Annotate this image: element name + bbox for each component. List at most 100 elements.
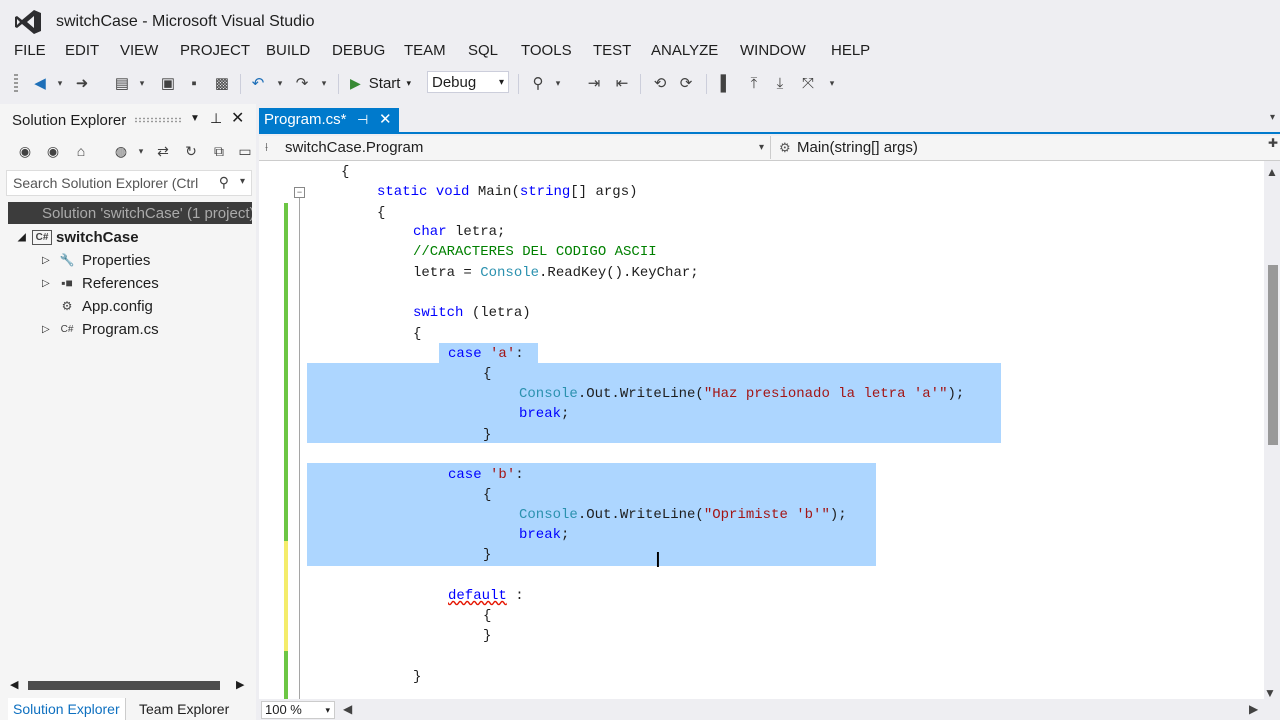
zoom-select[interactable]: 100 % ▾: [261, 701, 335, 719]
window-position-icon[interactable]: ▼: [190, 113, 200, 124]
search-icon[interactable]: ⚲: [219, 174, 229, 191]
uncomment-lines-icon[interactable]: ⟳: [676, 74, 696, 92]
bookmark-icon[interactable]: ▌: [716, 74, 736, 92]
scrollbar-thumb[interactable]: [1268, 265, 1278, 445]
new-project-icon[interactable]: ▤: [112, 74, 132, 92]
close-icon[interactable]: ✕: [231, 108, 244, 128]
split-view-icon[interactable]: ✚: [1268, 136, 1278, 150]
tree-item-program-cs[interactable]: ▷ C# Program.cs: [42, 318, 159, 340]
code-line: {: [483, 608, 492, 624]
back-dropdown-icon[interactable]: ▾: [50, 74, 70, 92]
code-token: :: [515, 467, 524, 483]
start-dropdown-icon: ▾: [406, 77, 411, 88]
menu-window[interactable]: WINDOW: [740, 42, 806, 59]
collapsed-arrow-icon[interactable]: ▷: [42, 324, 56, 335]
close-tab-icon[interactable]: ✕: [379, 108, 392, 132]
panel-grip[interactable]: [134, 117, 182, 123]
search-options-dropdown-icon[interactable]: ▾: [240, 176, 245, 187]
code-token: :: [515, 346, 524, 362]
previous-bookmark-icon[interactable]: ⤒: [744, 74, 764, 92]
refresh-icon[interactable]: ↻: [182, 142, 200, 160]
tree-item-label: switchCase: [56, 228, 139, 246]
scroll-right-icon[interactable]: ▶: [236, 678, 244, 691]
forward-icon[interactable]: ◉: [44, 142, 62, 160]
start-debugging-button[interactable]: ▶ Start ▾: [350, 72, 411, 94]
next-bookmark-icon[interactable]: ⤓: [770, 74, 790, 92]
collapsed-arrow-icon[interactable]: ▷: [42, 255, 56, 266]
menu-view[interactable]: VIEW: [120, 42, 158, 59]
expanded-arrow-icon[interactable]: ◢: [18, 232, 32, 243]
code-keyword: static: [377, 184, 428, 200]
find-dropdown-icon[interactable]: ▾: [548, 74, 568, 92]
open-file-icon[interactable]: ▣: [158, 74, 178, 92]
menu-debug[interactable]: DEBUG: [332, 42, 385, 59]
home-icon[interactable]: ⌂: [72, 142, 90, 160]
filter-dropdown-icon[interactable]: ▾: [132, 142, 150, 160]
solution-search-input[interactable]: [13, 171, 213, 195]
solution-configuration-select[interactable]: Debug ▾: [427, 71, 509, 93]
scroll-left-icon[interactable]: ◀: [10, 678, 18, 691]
collapse-all-icon[interactable]: ⧉: [210, 142, 228, 160]
sync-icon[interactable]: ⇄: [154, 142, 172, 160]
redo-dropdown-icon[interactable]: ▾: [314, 74, 334, 92]
undo-icon[interactable]: ↶: [248, 74, 268, 92]
increase-indent-icon[interactable]: ⇥: [584, 74, 604, 92]
saved-changes-indicator: [284, 203, 288, 541]
collapse-region-icon[interactable]: −: [294, 187, 305, 198]
undo-dropdown-icon[interactable]: ▾: [270, 74, 290, 92]
tree-item-project[interactable]: ◢ C# switchCase: [18, 226, 139, 248]
horizontal-scrollbar[interactable]: ◀ ▶: [10, 678, 246, 692]
redo-icon[interactable]: ↷: [292, 74, 312, 92]
menu-sql[interactable]: SQL: [468, 42, 498, 59]
solution-search-box: ⚲ ▾: [6, 170, 252, 196]
tree-item-references[interactable]: ▷ ▪■ References: [42, 272, 159, 294]
new-project-dropdown-icon[interactable]: ▾: [132, 74, 152, 92]
save-all-icon[interactable]: ▩: [212, 74, 232, 92]
menu-project[interactable]: PROJECT: [180, 42, 250, 59]
tab-team-explorer[interactable]: Team Explorer: [134, 698, 234, 720]
find-in-files-icon[interactable]: ⚲: [528, 74, 548, 92]
clear-bookmarks-icon[interactable]: ⤧: [798, 74, 818, 92]
tree-item-label: Properties: [82, 251, 151, 269]
code-line: switch (letra): [413, 303, 531, 323]
scrollbar-thumb[interactable]: [28, 681, 220, 690]
save-icon[interactable]: ▪: [184, 74, 204, 92]
tab-program-cs[interactable]: Program.cs* ⊣ ✕: [259, 108, 399, 132]
document-list-dropdown-icon[interactable]: ▾: [1270, 112, 1275, 123]
navigate-back-icon[interactable]: ◀: [30, 74, 50, 92]
menu-file[interactable]: FILE: [14, 42, 46, 59]
decrease-indent-icon[interactable]: ⇤: [612, 74, 632, 92]
back-icon[interactable]: ◉: [16, 142, 34, 160]
outlining-line: [299, 198, 300, 699]
menu-build[interactable]: BUILD: [266, 42, 310, 59]
scroll-down-icon[interactable]: ▼: [1264, 686, 1276, 700]
code-line: {: [413, 326, 422, 342]
tree-item-properties[interactable]: ▷ 🔧 Properties: [42, 249, 150, 271]
scroll-up-icon[interactable]: ▲: [1266, 165, 1278, 179]
collapsed-arrow-icon[interactable]: ▷: [42, 278, 56, 289]
pin-icon[interactable]: ⊥: [210, 110, 222, 127]
toolbar-options-icon[interactable]: ▾: [822, 74, 842, 92]
navigate-forward-icon[interactable]: ➜: [72, 74, 92, 92]
code-editor[interactable]: − { static void Main(string[] args) { ch…: [259, 161, 1264, 699]
type-dropdown[interactable]: ⟊ switchCase.Program ▾: [259, 136, 771, 159]
tree-item-label: App.config: [82, 297, 153, 315]
member-dropdown[interactable]: ⚙ Main(string[] args): [773, 136, 1278, 159]
menu-tools[interactable]: TOOLS: [521, 42, 572, 59]
tree-item-app-config[interactable]: ⚙ App.config: [56, 295, 153, 317]
menu-analyze[interactable]: ANALYZE: [651, 42, 718, 59]
comment-lines-icon[interactable]: ⟲: [650, 74, 670, 92]
code-keyword: case: [448, 467, 482, 483]
tree-item-solution[interactable]: Solution 'switchCase' (1 project): [8, 202, 252, 224]
scroll-left-icon[interactable]: ◀: [343, 702, 352, 716]
menu-edit[interactable]: EDIT: [65, 42, 99, 59]
properties-icon[interactable]: ▭: [236, 142, 254, 160]
scroll-right-icon[interactable]: ▶: [1249, 702, 1258, 716]
menu-test[interactable]: TEST: [593, 42, 631, 59]
menu-team[interactable]: TEAM: [404, 42, 446, 59]
pending-changes-filter-icon[interactable]: ◍: [112, 142, 130, 160]
tab-solution-explorer[interactable]: Solution Explorer: [8, 698, 126, 720]
vertical-scrollbar[interactable]: ▲: [1264, 161, 1280, 699]
menu-help[interactable]: HELP: [831, 42, 870, 59]
pin-tab-icon[interactable]: ⊣: [357, 108, 368, 132]
